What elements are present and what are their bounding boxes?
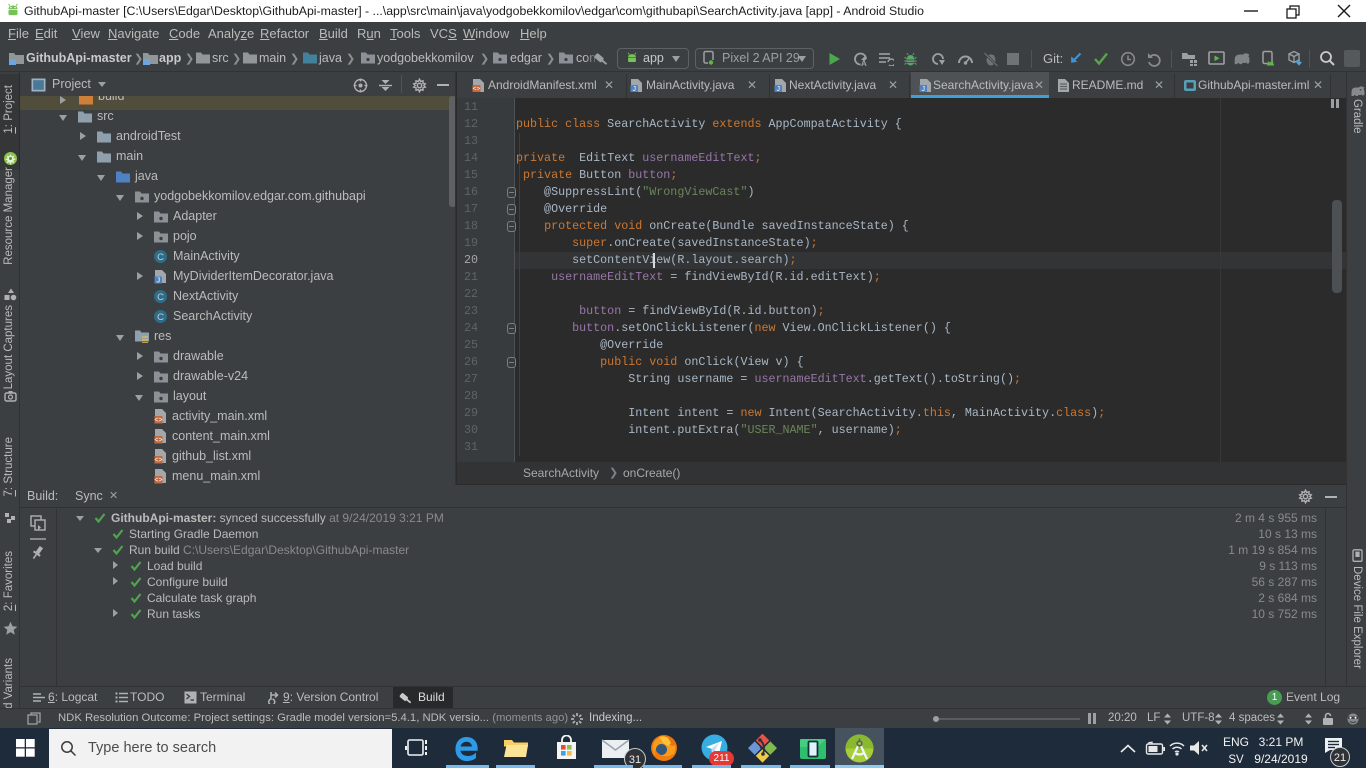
svg-text:J: J [776, 86, 780, 93]
svg-text:J: J [921, 86, 925, 93]
svg-text:C: C [157, 292, 164, 303]
svg-text:A: A [861, 59, 867, 67]
svg-text:C: C [157, 312, 164, 323]
svg-text:<>: <> [472, 86, 480, 93]
svg-text:J: J [156, 275, 160, 284]
svg-text:<>: <> [154, 417, 162, 424]
svg-text:<>: <> [154, 457, 162, 464]
svg-text:C: C [157, 252, 164, 263]
svg-text:<>: <> [154, 437, 162, 444]
svg-text:<>: <> [154, 477, 162, 484]
svg-text:J: J [632, 86, 636, 93]
